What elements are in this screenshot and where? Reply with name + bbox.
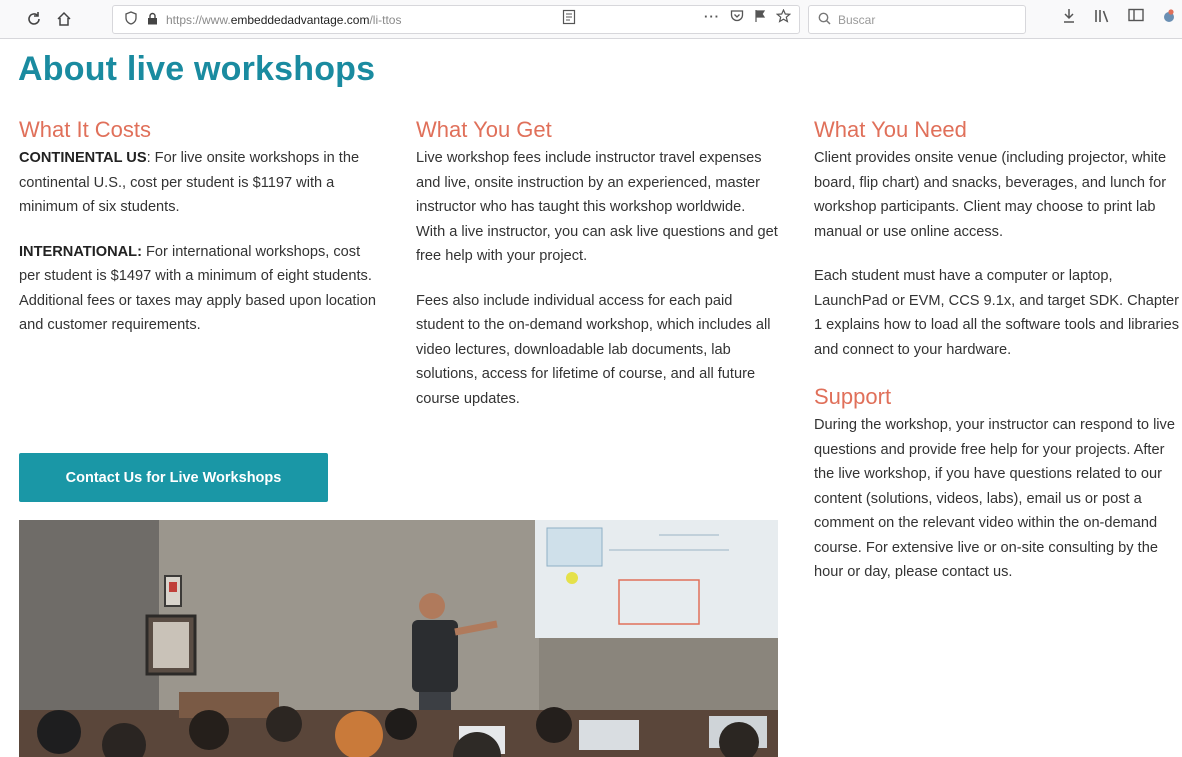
page-title: About live workshops [18,50,376,88]
costs-heading: What It Costs [19,117,152,142]
need-paragraph-2: Each student must have a computer or lap… [814,268,1180,358]
need-section: What You Need Client provides onsite ven… [814,117,1182,605]
reader-icon[interactable] [562,9,576,28]
shield-icon[interactable] [125,11,137,28]
get-section: What You Get Live workshop fees include … [416,117,778,431]
pocket-icon[interactable] [730,9,744,26]
classroom-photo [19,520,778,757]
classroom-photo-drawing [19,520,778,757]
url-path: /li-ttos [369,12,402,27]
contact-live-workshops-button[interactable]: Contact Us for Live Workshops [19,453,328,502]
library-icon[interactable] [1094,8,1110,27]
url-host: embeddedadvantage.com [230,12,370,27]
download-icon[interactable] [1062,8,1076,27]
get-paragraph-2: Fees also include individual access for … [416,292,771,407]
extension-icon[interactable] [1162,8,1176,27]
need-heading: What You Need [814,117,967,142]
url-text[interactable]: https://www.embeddedadvantage.com/li-tto… [166,13,401,27]
more-icon[interactable]: ··· [704,9,720,26]
search-bar[interactable]: Buscar [808,5,1026,34]
continental-label: CONTINENTAL US [19,150,147,166]
get-heading: What You Get [416,117,552,142]
lock-icon[interactable] [147,12,158,28]
reload-icon[interactable] [22,7,46,31]
get-paragraph-1: Live workshop fees include instructor tr… [416,150,778,264]
sidebar-icon[interactable] [1128,8,1144,27]
bookmark-star-icon[interactable] [775,8,792,26]
costs-section: What It Costs CONTINENTAL US: For live o… [19,117,379,358]
need-paragraph-1: Client provides onsite venue (including … [814,150,1167,240]
flag-icon[interactable] [754,9,766,26]
international-label: INTERNATIONAL: [19,243,142,260]
url-bar[interactable]: https://www.embeddedadvantage.com/li-tto… [112,5,800,34]
continental-paragraph: CONTINENTAL US: For live onsite workshop… [19,146,379,220]
url-prefix: https://www. [166,12,231,27]
search-placeholder: Buscar [838,12,876,27]
international-paragraph: INTERNATIONAL: For international worksho… [19,240,379,338]
support-paragraph: During the workshop, your instructor can… [814,417,1175,580]
browser-toolbar: https://www.embeddedadvantage.com/li-tto… [0,0,1182,39]
support-heading: Support [814,384,892,409]
search-icon [818,12,831,28]
home-icon[interactable] [52,7,76,31]
